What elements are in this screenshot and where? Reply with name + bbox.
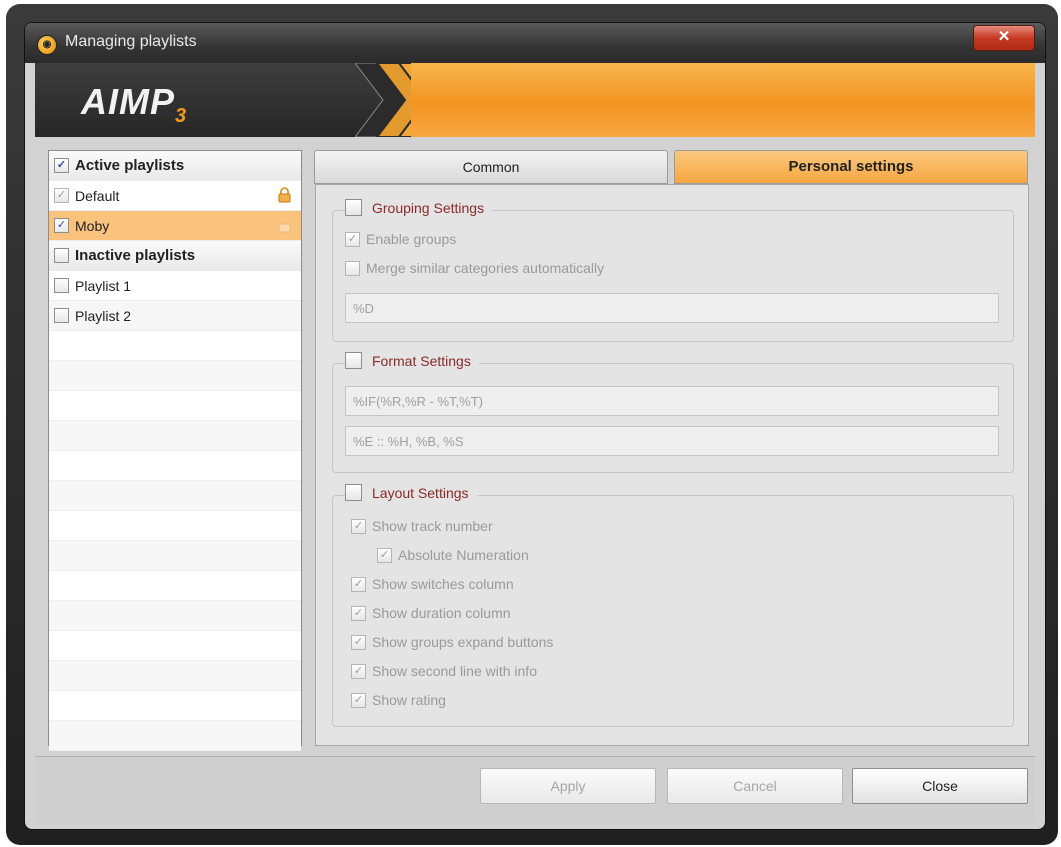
enable-groups-label: Enable groups — [366, 231, 457, 247]
show-rating-checkbox[interactable]: ✓ — [351, 692, 366, 708]
playlist-list[interactable]: ✓ Active playlists ✓ Default ✓ Moby Inac… — [48, 150, 302, 751]
playlist-item-selected[interactable]: ✓ Moby — [49, 211, 301, 241]
show-switches-label: Show switches column — [372, 576, 514, 592]
playlist-item[interactable]: Playlist 1 — [49, 271, 301, 301]
inactive-group-label: Inactive playlists — [75, 247, 196, 264]
playlist-moby-checkbox[interactable]: ✓ — [54, 218, 69, 233]
playlist-label: Playlist 2 — [75, 307, 132, 324]
absolute-numeration-option[interactable]: ✓ Absolute Numeration — [377, 547, 529, 563]
show-groups-expand-checkbox[interactable]: ✓ — [351, 634, 366, 650]
lock-icon-faded — [278, 223, 291, 233]
inactive-group-checkbox[interactable] — [54, 248, 69, 263]
playlist-item[interactable]: Playlist 2 — [49, 301, 301, 331]
enable-groups-option[interactable]: ✓ Enable groups — [345, 231, 456, 247]
aimp-icon: ◉ — [37, 35, 57, 55]
settings-content: Grouping Settings ✓ Enable groups Merge … — [315, 184, 1029, 746]
format-settings-group: Format Settings %IF(%R,%R - %T,%T) %E ::… — [332, 352, 1014, 473]
merge-categories-label: Merge similar categories automatically — [366, 260, 605, 276]
show-groups-expand-option[interactable]: ✓ Show groups expand buttons — [351, 634, 553, 650]
empty-rows — [49, 331, 301, 751]
close-button[interactable]: Close — [852, 768, 1028, 804]
playlist-item[interactable]: ✓ Default — [49, 181, 301, 211]
layout-settings-checkbox[interactable] — [345, 484, 362, 501]
format-line1-field[interactable]: %IF(%R,%R - %T,%T) — [345, 386, 999, 416]
active-group-label: Active playlists — [75, 157, 185, 174]
grouping-settings-header: Grouping Settings — [345, 199, 493, 216]
format-settings-checkbox[interactable] — [345, 352, 362, 369]
show-track-number-checkbox[interactable]: ✓ — [351, 518, 366, 534]
playlist-2-checkbox[interactable] — [54, 308, 69, 323]
show-switches-option[interactable]: ✓ Show switches column — [351, 576, 514, 592]
show-duration-option[interactable]: ✓ Show duration column — [351, 605, 511, 621]
show-second-line-option[interactable]: ✓ Show second line with info — [351, 663, 537, 679]
header-banner: AIMP3 — [35, 63, 1035, 137]
window-title: Managing playlists — [65, 33, 197, 50]
cancel-button[interactable]: Cancel — [667, 768, 843, 804]
playlist-1-checkbox[interactable] — [54, 278, 69, 293]
playlist-label: Playlist 1 — [75, 277, 132, 294]
layout-settings-group: Layout Settings ✓ Show track number ✓ Ab… — [332, 484, 1014, 727]
aimp-logo: AIMP3 — [81, 81, 188, 128]
format-settings-title: Format Settings — [372, 352, 471, 369]
inactive-playlists-group[interactable]: Inactive playlists — [49, 241, 301, 271]
layout-settings-header: Layout Settings — [345, 484, 477, 501]
show-second-line-label: Show second line with info — [372, 663, 537, 679]
show-rating-label: Show rating — [372, 692, 446, 708]
absolute-numeration-checkbox[interactable]: ✓ — [377, 547, 392, 563]
grouping-settings-title: Grouping Settings — [372, 199, 485, 216]
show-track-number-option[interactable]: ✓ Show track number — [351, 518, 493, 534]
active-group-checkbox[interactable]: ✓ — [54, 158, 69, 173]
active-playlists-group[interactable]: ✓ Active playlists — [49, 151, 301, 181]
playlist-default-checkbox[interactable]: ✓ — [54, 188, 69, 203]
show-duration-label: Show duration column — [372, 605, 511, 621]
show-switches-checkbox[interactable]: ✓ — [351, 576, 366, 592]
tab-personal-settings[interactable]: Personal settings — [674, 150, 1028, 184]
merge-categories-checkbox[interactable] — [345, 260, 360, 276]
format-line2-field[interactable]: %E :: %H, %B, %S — [345, 426, 999, 456]
show-rating-option[interactable]: ✓ Show rating — [351, 692, 446, 708]
playlist-label: Moby — [75, 217, 110, 234]
dialog-footer: Apply Cancel Close — [35, 756, 1035, 823]
grouping-settings-checkbox[interactable] — [345, 199, 362, 216]
merge-categories-option[interactable]: Merge similar categories automatically — [345, 260, 604, 276]
close-window-button[interactable]: ✕ — [973, 25, 1035, 51]
playlist-label: Default — [75, 187, 120, 204]
title-bar[interactable]: ◉ Managing playlists ✕ — [25, 23, 1045, 63]
grouping-settings-group: Grouping Settings ✓ Enable groups Merge … — [332, 199, 1014, 342]
header-orange-band — [411, 63, 1035, 137]
dialog-window: ◉ Managing playlists ✕ AIMP3 ✓ Active pl… — [24, 22, 1046, 830]
enable-groups-checkbox[interactable]: ✓ — [345, 231, 360, 247]
tab-common[interactable]: Common — [314, 150, 668, 184]
absolute-numeration-label: Absolute Numeration — [398, 547, 529, 563]
grouping-template-field[interactable]: %D — [345, 293, 999, 323]
layout-settings-title: Layout Settings — [372, 484, 469, 501]
apply-button[interactable]: Apply — [480, 768, 656, 804]
show-duration-checkbox[interactable]: ✓ — [351, 605, 366, 621]
show-groups-expand-label: Show groups expand buttons — [372, 634, 554, 650]
format-settings-header: Format Settings — [345, 352, 479, 369]
lock-icon — [278, 187, 291, 203]
show-track-number-label: Show track number — [372, 518, 493, 534]
show-second-line-checkbox[interactable]: ✓ — [351, 663, 366, 679]
